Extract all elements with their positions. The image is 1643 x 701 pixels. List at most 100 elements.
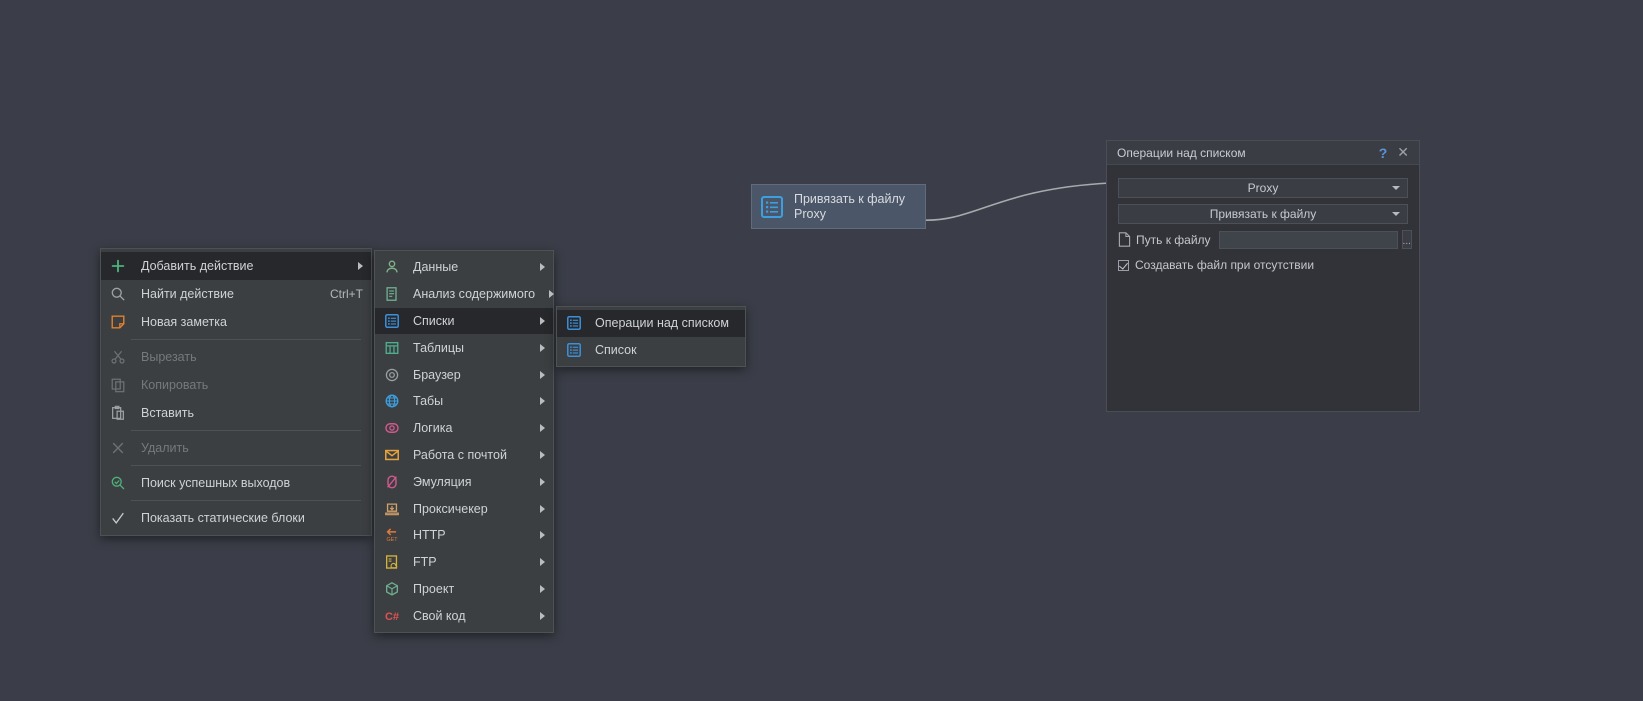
app-root: Привязать к файлу Proxy Добавить действи… xyxy=(0,0,1643,701)
checkbox-icon[interactable] xyxy=(1118,259,1129,271)
canvas-node-bind-to-file[interactable]: Привязать к файлу Proxy xyxy=(751,184,926,229)
note-icon xyxy=(109,313,127,331)
csharp-icon: C# xyxy=(383,607,401,625)
menu-item-label: Вставить xyxy=(141,406,194,420)
menu-item-paste[interactable]: Вставить xyxy=(101,399,371,427)
browser-gear-icon xyxy=(383,366,401,384)
submenu-item-project[interactable]: Проект xyxy=(375,576,553,603)
menu-item-label: Вырезать xyxy=(141,350,197,364)
submenu-arrow-icon xyxy=(540,263,545,272)
create-file-checkbox-row[interactable]: Создавать файл при отсутствии xyxy=(1118,258,1408,272)
submenu-item-mail[interactable]: Работа с почтой xyxy=(375,442,553,469)
submenu-item-label: Табы xyxy=(413,394,444,409)
table-icon xyxy=(383,339,401,357)
list-icon xyxy=(565,314,583,332)
list-icon xyxy=(565,341,583,359)
submenu-item-label: Проект xyxy=(413,581,455,596)
browse-button[interactable]: ... xyxy=(1401,230,1412,249)
menu-item-new-note[interactable]: Новая заметка xyxy=(101,308,371,336)
proxy-icon xyxy=(383,500,401,518)
context-menu: Добавить действие Найти действие Ctrl+T … xyxy=(100,248,372,536)
scissors-icon xyxy=(109,348,127,366)
submenu-item-label: Списки xyxy=(413,313,455,328)
mail-icon xyxy=(383,446,401,464)
submenu-item-label: Анализ содержимого xyxy=(413,287,536,302)
menu-item-label: Найти действие xyxy=(141,287,234,301)
svg-text:GET: GET xyxy=(387,537,399,543)
action-combobox[interactable]: Привязать к файлу xyxy=(1118,204,1408,224)
menu-item-search-successful-exits[interactable]: Поиск успешных выходов xyxy=(101,469,371,497)
list-icon xyxy=(761,195,783,218)
logic-icon xyxy=(383,419,401,437)
file-path-label: Путь к файлу xyxy=(1136,232,1211,247)
svg-text:C#: C# xyxy=(385,611,399,623)
chevron-down-icon xyxy=(1392,212,1400,216)
submenu-arrow-icon xyxy=(540,531,545,540)
menu-separator xyxy=(131,500,361,501)
chevron-down-icon xyxy=(1392,186,1400,190)
submenu-item-label: Эмуляция xyxy=(413,474,472,489)
close-icon[interactable]: ✕ xyxy=(1393,144,1413,161)
dialog-title: Операции над списком xyxy=(1117,145,1246,160)
menu-item-cut: Вырезать xyxy=(101,343,371,371)
menu-item-label: Добавить действие xyxy=(141,259,254,273)
menu-separator xyxy=(131,465,361,466)
submenu-arrow-icon xyxy=(540,370,545,379)
x-icon xyxy=(109,439,127,457)
list-operations-dialog: Операции над списком ? ✕ Proxy Привязать… xyxy=(1106,140,1420,412)
submenu-item-content-analysis[interactable]: Анализ содержимого xyxy=(375,281,555,308)
menu-item-label: Поиск успешных выходов xyxy=(141,476,291,490)
copy-icon xyxy=(109,376,127,394)
submenu-arrow-icon xyxy=(540,424,545,433)
file-icon xyxy=(1118,232,1131,247)
file-path-row: Путь к файлу ... xyxy=(1118,230,1412,249)
variable-combobox-value: Proxy xyxy=(1247,181,1279,195)
submenu-item-browser[interactable]: Браузер xyxy=(375,361,553,388)
menu-item-add-action[interactable]: Добавить действие xyxy=(101,252,371,280)
submenu-item-label: Работа с почтой xyxy=(413,447,507,462)
http-get-icon: GET xyxy=(383,526,401,544)
add-action-submenu: Данные Анализ содержимого Списки Таблицы xyxy=(374,250,555,634)
submenu-item-label: HTTP xyxy=(413,528,446,543)
lists-submenu-item-label: Список xyxy=(595,342,637,357)
submenu-item-label: Таблицы xyxy=(413,340,465,355)
menu-separator xyxy=(131,430,361,431)
help-icon[interactable]: ? xyxy=(1373,145,1394,161)
submenu-arrow-icon xyxy=(540,316,545,325)
submenu-item-label: Логика xyxy=(413,421,453,436)
submenu-item-tables[interactable]: Таблицы xyxy=(375,334,553,361)
submenu-item-custom-code[interactable]: C# Свой код xyxy=(375,602,553,629)
menu-item-copy: Копировать xyxy=(101,371,371,399)
lists-submenu-item-list-operations[interactable]: Операции над списком xyxy=(557,310,745,337)
menu-item-delete: Удалить xyxy=(101,434,371,462)
file-path-input[interactable] xyxy=(1218,230,1398,249)
submenu-item-tabs[interactable]: Табы xyxy=(375,388,553,415)
submenu-item-emulation[interactable]: Эмуляция xyxy=(375,468,553,495)
submenu-item-logic[interactable]: Логика xyxy=(375,415,553,442)
submenu-item-label: Браузер xyxy=(413,367,461,382)
variable-combobox[interactable]: Proxy xyxy=(1118,178,1408,198)
submenu-arrow-icon xyxy=(540,558,545,567)
submenu-arrow-icon xyxy=(549,290,555,299)
lists-submenu-item-list[interactable]: Список xyxy=(557,337,745,364)
submenu-item-lists[interactable]: Списки xyxy=(375,307,553,335)
menu-item-label: Копировать xyxy=(141,378,209,392)
submenu-item-proxychecker[interactable]: Проксичекер xyxy=(375,495,553,522)
submenu-arrow-icon xyxy=(540,504,545,513)
submenu-arrow-icon xyxy=(540,477,545,486)
node-subtitle: Proxy xyxy=(794,206,826,221)
lists-submenu: Операции над списком Список xyxy=(556,306,746,367)
submenu-item-ftp[interactable]: FTP xyxy=(375,549,553,576)
dialog-body: Proxy Привязать к файлу Путь к файлу ...… xyxy=(1107,165,1419,272)
submenu-item-label: Свой код xyxy=(413,608,466,623)
submenu-item-http[interactable]: GET HTTP xyxy=(375,522,553,549)
paste-icon xyxy=(109,404,127,422)
menu-item-find-action[interactable]: Найти действие Ctrl+T xyxy=(101,280,371,308)
menu-item-show-static-blocks[interactable]: Показать статические блоки xyxy=(101,504,371,532)
submenu-item-data[interactable]: Данные xyxy=(375,254,553,281)
cube-icon xyxy=(383,580,401,598)
submenu-arrow-icon xyxy=(540,397,545,406)
submenu-item-label: Данные xyxy=(413,260,459,275)
submenu-item-label: Проксичекер xyxy=(413,501,488,516)
document-analyze-icon xyxy=(383,285,401,303)
